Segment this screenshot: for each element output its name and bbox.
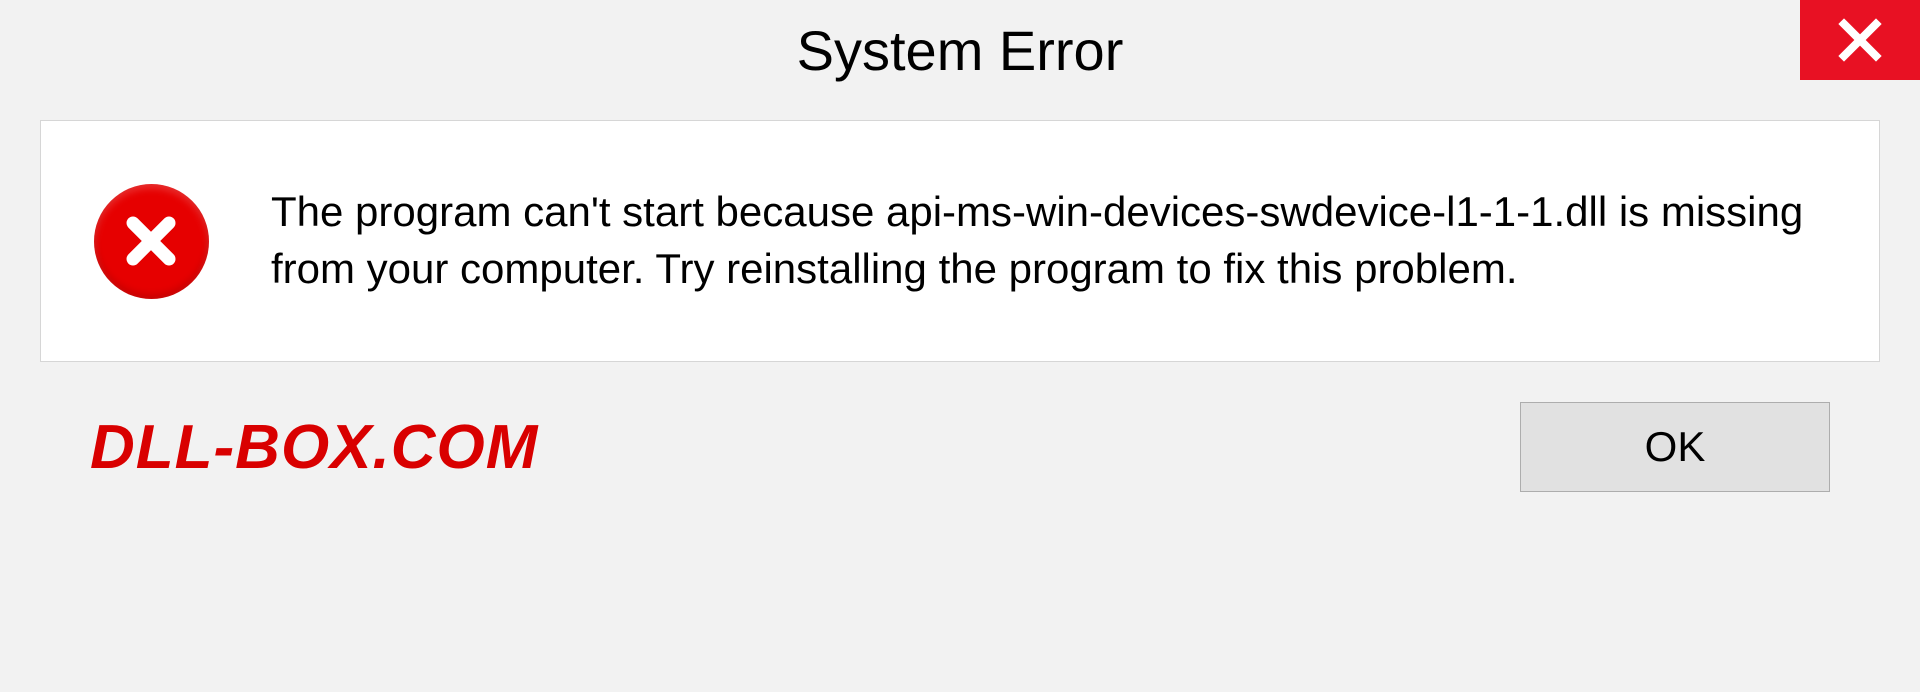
- ok-button[interactable]: OK: [1520, 402, 1830, 492]
- error-icon: [94, 184, 209, 299]
- window-title: System Error: [797, 18, 1124, 83]
- error-message: The program can't start because api-ms-w…: [271, 184, 1829, 297]
- watermark-text: DLL-BOX.COM: [90, 412, 538, 483]
- close-icon: [1838, 18, 1882, 62]
- dialog-footer: DLL-BOX.COM OK: [40, 362, 1880, 532]
- close-button[interactable]: [1800, 0, 1920, 80]
- dialog-content: The program can't start because api-ms-w…: [40, 120, 1880, 362]
- titlebar: System Error: [0, 0, 1920, 100]
- error-icon-wrap: [91, 181, 211, 301]
